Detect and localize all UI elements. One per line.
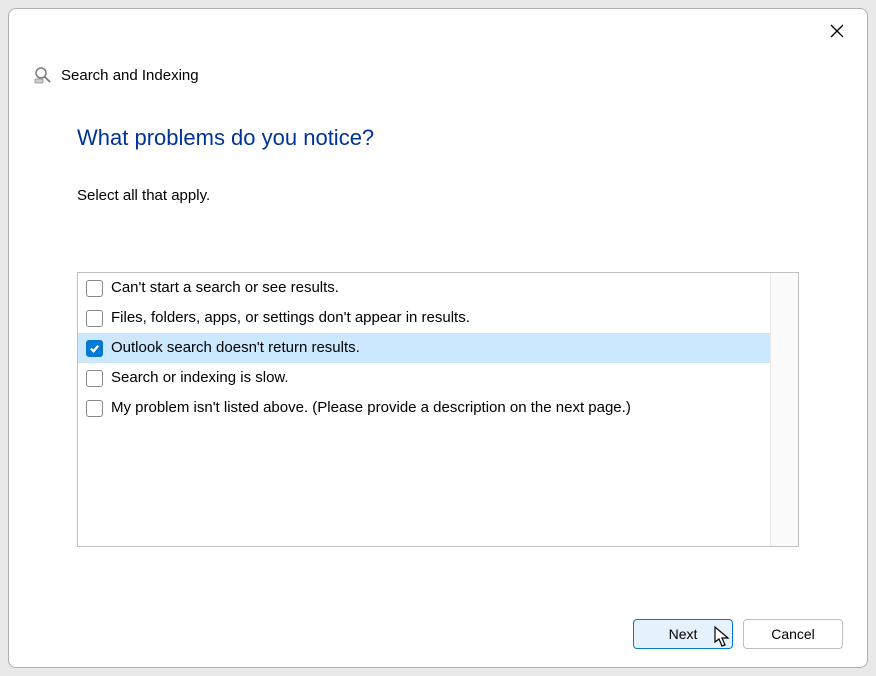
option-label: Can't start a search or see results. bbox=[111, 276, 339, 300]
option-label: Search or indexing is slow. bbox=[111, 366, 289, 390]
search-indexing-icon bbox=[33, 65, 53, 85]
dialog-title: Search and Indexing bbox=[61, 67, 199, 84]
option-label: Outlook search doesn't return results. bbox=[111, 336, 360, 360]
troubleshooter-dialog: Search and Indexing What problems do you… bbox=[8, 8, 868, 668]
dialog-content: What problems do you notice? Select all … bbox=[9, 85, 867, 603]
close-icon bbox=[830, 24, 844, 43]
checkbox-icon bbox=[86, 400, 103, 417]
close-button[interactable] bbox=[821, 19, 853, 47]
cancel-button[interactable]: Cancel bbox=[743, 619, 843, 649]
next-button[interactable]: Next bbox=[633, 619, 733, 649]
option-label: Files, folders, apps, or settings don't … bbox=[111, 306, 470, 330]
dialog-footer: Next Cancel bbox=[9, 603, 867, 667]
page-subheading: Select all that apply. bbox=[77, 187, 799, 204]
problems-listbox-inner: Can't start a search or see results. Fil… bbox=[78, 273, 770, 546]
option-not-listed[interactable]: My problem isn't listed above. (Please p… bbox=[78, 393, 770, 423]
scrollbar[interactable] bbox=[770, 273, 798, 546]
checkbox-checked-icon bbox=[86, 340, 103, 357]
option-label: My problem isn't listed above. (Please p… bbox=[111, 396, 631, 420]
problems-listbox: Can't start a search or see results. Fil… bbox=[77, 272, 799, 547]
dialog-header: Search and Indexing bbox=[9, 9, 867, 85]
option-files-not-in-results[interactable]: Files, folders, apps, or settings don't … bbox=[78, 303, 770, 333]
checkbox-icon bbox=[86, 310, 103, 327]
option-cant-start-search[interactable]: Can't start a search or see results. bbox=[78, 273, 770, 303]
page-heading: What problems do you notice? bbox=[77, 125, 799, 151]
option-indexing-slow[interactable]: Search or indexing is slow. bbox=[78, 363, 770, 393]
checkbox-icon bbox=[86, 280, 103, 297]
checkbox-icon bbox=[86, 370, 103, 387]
option-outlook-search[interactable]: Outlook search doesn't return results. bbox=[78, 333, 770, 363]
